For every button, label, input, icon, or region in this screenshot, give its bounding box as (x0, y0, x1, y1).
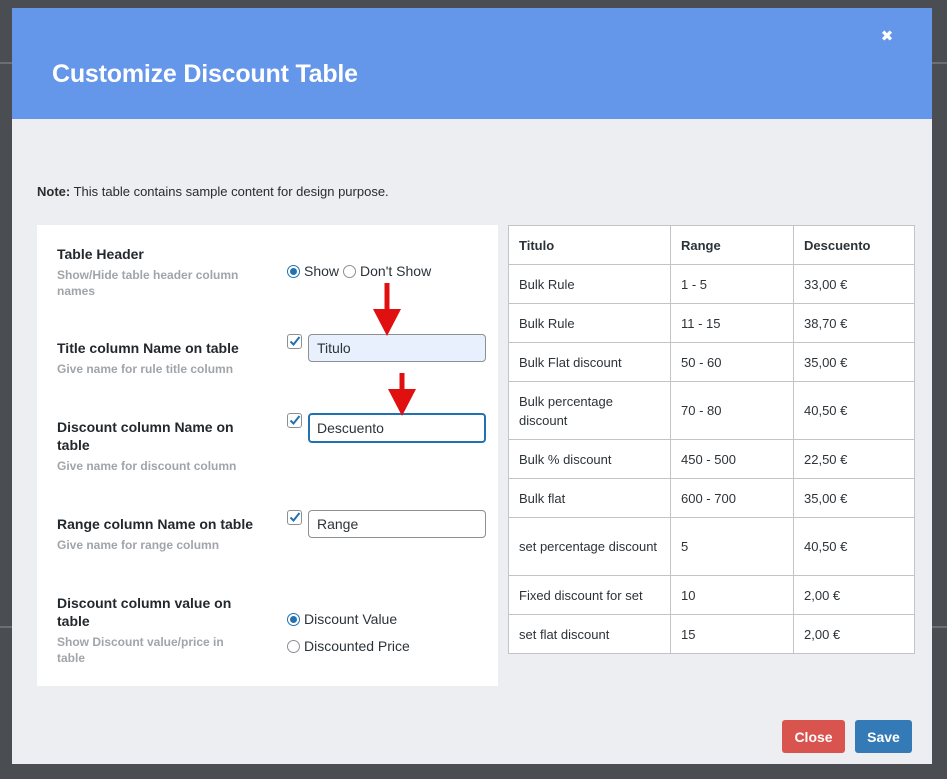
table-header-desc: Show/Hide table header column names (57, 268, 239, 298)
cell-range: 10 (670, 575, 794, 615)
cell-range: 70 - 80 (670, 381, 794, 440)
save-button[interactable]: Save (855, 720, 912, 753)
cell-range: 450 - 500 (670, 439, 794, 479)
discount-column-label: Discount column Name on table (57, 419, 234, 453)
cell-title: Bulk % discount (508, 439, 671, 479)
cell-title: Fixed discount for set (508, 575, 671, 615)
discount-preview-table: Titulo Range Descuento Bulk Rule 1 - 5 3… (508, 225, 915, 654)
cell-discount: 40,50 € (793, 381, 915, 440)
discount-column-checkbox[interactable] (287, 413, 302, 428)
radio-discounted-price[interactable] (287, 639, 300, 653)
title-column-label: Title column Name on table (57, 340, 239, 356)
cell-title: Bulk flat (508, 478, 671, 518)
cell-discount: 35,00 € (793, 478, 915, 518)
table-row: Bulk Rule 1 - 5 33,00 € (508, 264, 915, 304)
note-text: This table contains sample content for d… (70, 184, 389, 199)
radio-show-label[interactable]: Show (304, 263, 339, 279)
cell-range: 50 - 60 (670, 342, 794, 382)
table-row: Bulk flat 600 - 700 35,00 € (508, 478, 915, 518)
customize-discount-modal: Customize Discount Table ✖ Note: This ta… (12, 8, 932, 764)
cell-range: 11 - 15 (670, 303, 794, 343)
cell-discount: 33,00 € (793, 264, 915, 304)
cell-range: 1 - 5 (670, 264, 794, 304)
range-column-desc: Give name for range column (57, 538, 220, 552)
table-header-options: Show Don't Show (287, 263, 431, 279)
range-column-input[interactable] (308, 510, 486, 538)
settings-panel: Table Header Show/Hide table header colu… (37, 225, 498, 686)
range-column-checkbox[interactable] (287, 510, 302, 525)
modal-title: Customize Discount Table (52, 60, 358, 88)
discount-column-desc: Give name for discount column (57, 459, 237, 473)
table-row: Fixed discount for set 10 2,00 € (508, 575, 915, 615)
note-prefix: Note: (37, 184, 71, 199)
cell-title: Bulk percentage discount (508, 381, 671, 440)
cell-range: 5 (670, 517, 794, 576)
table-row: set percentage discount 5 40,50 € (508, 517, 915, 576)
design-note: Note: This table contains sample content… (37, 184, 389, 199)
table-row: set flat discount 15 2,00 € (508, 614, 915, 654)
checkmark-icon (289, 415, 301, 425)
radio-dont-show-label[interactable]: Don't Show (360, 263, 431, 279)
annotation-arrow-icon (373, 283, 401, 336)
discount-value-desc: Show Discount value/price in table (57, 635, 224, 665)
cell-title: Bulk Rule (508, 264, 671, 304)
header-title: Titulo (508, 225, 671, 265)
modal-header: Customize Discount Table ✖ (12, 8, 932, 119)
header-range: Range (670, 225, 794, 265)
cell-title: set flat discount (508, 614, 671, 654)
header-discount: Descuento (793, 225, 915, 265)
discount-value-label: Discount column value on table (57, 595, 232, 629)
table-header-label: Table Header (57, 246, 144, 262)
cell-range: 15 (670, 614, 794, 654)
checkmark-icon (289, 512, 301, 522)
table-row: Bulk Rule 11 - 15 38,70 € (508, 303, 915, 343)
cell-discount: 22,50 € (793, 439, 915, 479)
checkmark-icon (289, 336, 301, 346)
radio-discount-value-label[interactable]: Discount Value (304, 611, 397, 627)
close-button[interactable]: Close (782, 720, 845, 753)
cell-discount: 2,00 € (793, 575, 915, 615)
cell-title: Bulk Flat discount (508, 342, 671, 382)
title-column-checkbox[interactable] (287, 334, 302, 349)
backdrop-strip (932, 62, 947, 64)
cell-discount: 2,00 € (793, 614, 915, 654)
backdrop-strip (932, 626, 947, 628)
cell-discount: 35,00 € (793, 342, 915, 382)
cell-range: 600 - 700 (670, 478, 794, 518)
table-row: Bulk % discount 450 - 500 22,50 € (508, 439, 915, 479)
discount-value-option: Discount Value (287, 611, 397, 627)
table-row: Bulk percentage discount 70 - 80 40,50 € (508, 381, 915, 440)
cell-title: Bulk Rule (508, 303, 671, 343)
cell-discount: 40,50 € (793, 517, 915, 576)
close-icon[interactable]: ✖ (878, 28, 896, 46)
radio-discounted-price-label[interactable]: Discounted Price (304, 638, 410, 654)
table-row: Bulk Flat discount 50 - 60 35,00 € (508, 342, 915, 382)
table-header-row: Titulo Range Descuento (508, 225, 915, 265)
title-column-desc: Give name for rule title column (57, 362, 234, 376)
backdrop-strip (0, 626, 12, 628)
cell-title: set percentage discount (508, 517, 671, 576)
discounted-price-option: Discounted Price (287, 638, 410, 654)
radio-dont-show[interactable] (343, 264, 357, 278)
backdrop-strip (0, 62, 12, 64)
radio-discount-value[interactable] (287, 612, 300, 626)
cell-discount: 38,70 € (793, 303, 915, 343)
annotation-arrow-icon (388, 373, 416, 416)
radio-show[interactable] (287, 264, 300, 278)
range-column-label: Range column Name on table (57, 516, 254, 532)
